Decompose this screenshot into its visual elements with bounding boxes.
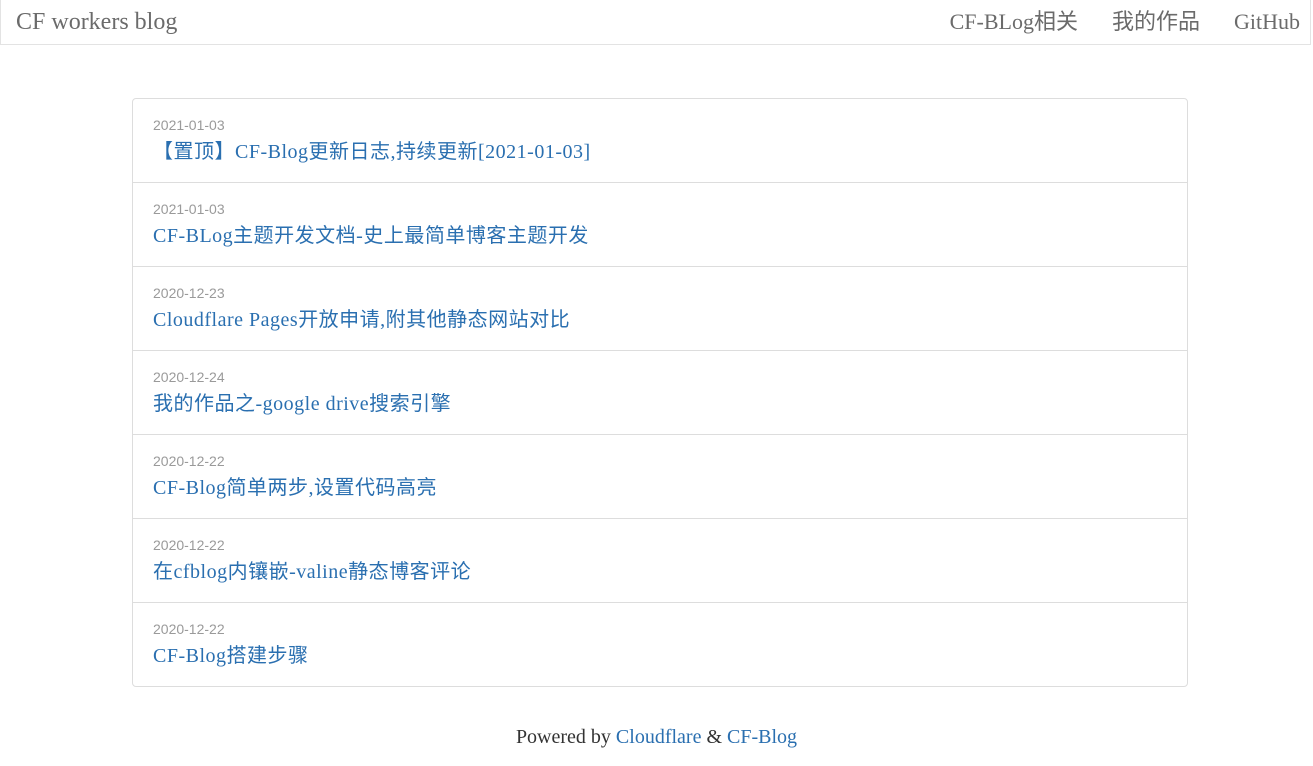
post-date: 2020-12-24	[153, 369, 225, 385]
post-date: 2020-12-22	[153, 537, 225, 553]
footer-cloudflare-link[interactable]: Cloudflare	[616, 726, 702, 748]
post-title-link[interactable]: CF-Blog简单两步,设置代码高亮	[153, 474, 437, 502]
nav-link-github[interactable]: GitHub	[1200, 6, 1300, 38]
nav-link-cf-blog[interactable]: CF-BLog相关	[916, 6, 1078, 38]
footer: Powered by Cloudflare & CF-Blog	[0, 723, 1313, 751]
site-brand-link[interactable]: CF workers blog	[16, 6, 177, 38]
footer-separator: &	[701, 726, 728, 748]
post-item: 2020-12-23 Cloudflare Pages开放申请,附其他静态网站对…	[133, 267, 1187, 351]
post-list: 2021-01-03 【置顶】CF-Blog更新日志,持续更新[2021-01-…	[132, 98, 1188, 687]
footer-cf-blog-link[interactable]: CF-Blog	[727, 726, 797, 748]
post-date: 2020-12-22	[153, 621, 225, 637]
post-title-link[interactable]: CF-BLog主题开发文档-史上最简单博客主题开发	[153, 222, 589, 250]
post-item: 2021-01-03 CF-BLog主题开发文档-史上最简单博客主题开发	[133, 183, 1187, 267]
post-date: 2021-01-03	[153, 117, 225, 133]
post-date: 2020-12-22	[153, 453, 225, 469]
post-title-link[interactable]: 在cfblog内镶嵌-valine静态博客评论	[153, 558, 471, 586]
post-date: 2020-12-23	[153, 285, 225, 301]
post-item: 2020-12-22 CF-Blog搭建步骤	[133, 603, 1187, 686]
top-navbar: CF workers blog CF-BLog相关 我的作品 GitHub	[0, 0, 1311, 45]
footer-powered-by-text: Powered by	[515, 726, 616, 748]
post-item: 2020-12-24 我的作品之-google drive搜索引擎	[133, 351, 1187, 435]
post-title-link[interactable]: 【置顶】CF-Blog更新日志,持续更新[2021-01-03]	[153, 138, 591, 166]
nav-links: CF-BLog相关 我的作品 GitHub	[916, 6, 1300, 38]
post-title-link[interactable]: Cloudflare Pages开放申请,附其他静态网站对比	[153, 306, 570, 334]
post-date: 2021-01-03	[153, 201, 225, 217]
post-title-link[interactable]: CF-Blog搭建步骤	[153, 642, 309, 670]
post-item: 2020-12-22 在cfblog内镶嵌-valine静态博客评论	[133, 519, 1187, 603]
post-title-link[interactable]: 我的作品之-google drive搜索引擎	[153, 390, 451, 418]
post-item: 2020-12-22 CF-Blog简单两步,设置代码高亮	[133, 435, 1187, 519]
post-item: 2021-01-03 【置顶】CF-Blog更新日志,持续更新[2021-01-…	[133, 99, 1187, 183]
nav-link-my-works[interactable]: 我的作品	[1078, 6, 1200, 38]
